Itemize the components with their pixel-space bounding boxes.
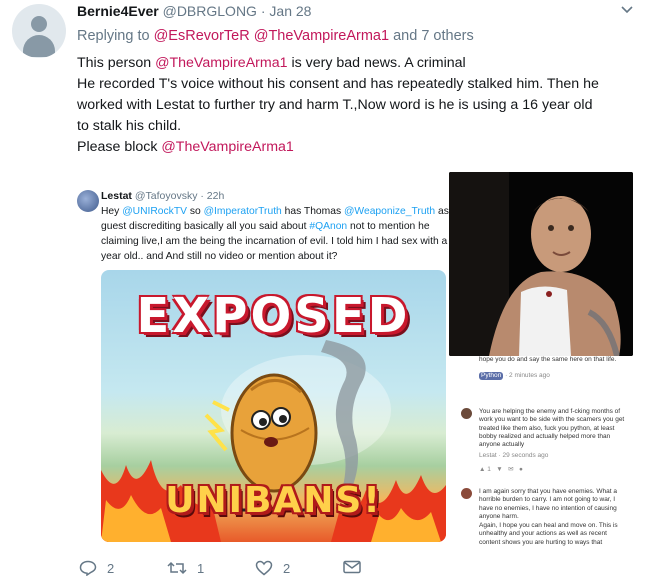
avatar[interactable] — [12, 4, 66, 58]
avatar-head-shape — [31, 16, 47, 32]
embedded-text-fragment: guest discrediting basically all you sai… — [101, 221, 310, 232]
person-photo — [449, 172, 633, 356]
comment-0-time: · 2 minutes ago — [505, 372, 550, 379]
face — [531, 196, 591, 272]
embedded-text-fragment: Hey — [101, 206, 123, 217]
banner-subtitle: UNIBANS! — [165, 480, 382, 521]
person-photo-artwork — [449, 172, 633, 356]
tweet-timestamp[interactable]: Jan 28 — [269, 3, 311, 19]
replying-to-label: Replying to — [77, 28, 150, 44]
envelope-icon[interactable] — [343, 560, 361, 574]
chevron-down-icon[interactable] — [621, 6, 633, 14]
reply-others-link[interactable]: and 7 others — [393, 28, 474, 44]
comments-screenshot: hope you do and say the same here on tha… — [449, 356, 633, 566]
embedded-tweet-screenshot: Lestat @Tafoyovsky · 22h Hey @UNIRockTV … — [77, 172, 457, 552]
comment-1-meta: Lestat · 29 seconds ago — [479, 452, 549, 459]
tweet-line-1-text-end: is very bad news. A criminal — [287, 55, 466, 71]
tweet-mention[interactable]: @TheVampireArma1 — [155, 55, 287, 71]
white-tanktop — [519, 286, 571, 356]
embedded-mention: @UNIRockTV — [122, 206, 187, 217]
embedded-header: Lestat @Tafoyovsky · 22h — [101, 190, 224, 202]
heart-icon[interactable] — [255, 560, 273, 576]
tweet-line-5-text: Please block — [77, 139, 162, 155]
reply-mention-1[interactable]: @EsRevorTeR — [154, 28, 250, 44]
embedded-line-2: guest discrediting basically all you sai… — [101, 219, 451, 234]
retweet-count: 1 — [197, 560, 205, 576]
tweet-mention-block[interactable]: @TheVampireArma1 — [161, 139, 293, 155]
embedded-line-1: Hey @UNIRockTV so @ImperatorTruth has Th… — [101, 204, 457, 219]
tweet-line-1: This person @TheVampireArma1 is very bad… — [77, 53, 637, 74]
shock-mark — [204, 413, 228, 452]
potato-pupil — [279, 415, 287, 423]
tweet-line-5: Please block @TheVampireArma1 — [77, 137, 637, 158]
tweet-line-2: He recorded T's voice without his consen… — [77, 76, 599, 92]
retweet-icon[interactable] — [167, 560, 187, 576]
embedded-text-fragment: so — [187, 206, 204, 217]
tweet-line-4: to stalk his child. — [77, 118, 182, 134]
display-name[interactable]: Bernie4Ever — [77, 3, 159, 19]
comment-avatar — [461, 488, 472, 499]
exposed-banner-image: EXPOSED UNIBANS! — [101, 270, 446, 542]
reply-icon[interactable] — [79, 560, 97, 576]
embedded-avatar — [77, 190, 99, 212]
user-handle[interactable]: @DBRGLONG — [163, 3, 257, 19]
tweet-text: This person @TheVampireArma1 is very bad… — [77, 53, 637, 158]
shock-mark — [212, 400, 230, 412]
avatar-body-shape — [23, 35, 55, 57]
embedded-name: Lestat — [101, 190, 132, 202]
comment-1-likes: 1 — [487, 466, 491, 473]
tweet-header: Bernie4Ever @DBRGLONG · Jan 28 — [77, 3, 311, 19]
embedded-line-3: claiming live,I am the being the incarna… — [101, 236, 448, 247]
tornado-shape — [321, 340, 366, 500]
comment-0-author: Python — [479, 372, 504, 381]
potato-pupil — [259, 418, 267, 426]
embedded-text: Hey @UNIRockTV so @ImperatorTruth has Th… — [101, 204, 457, 264]
tweet-line-3: worked with Lestat to further try and ha… — [77, 97, 593, 113]
embedded-mention: @ImperatorTruth — [203, 206, 282, 217]
reply-mention-2[interactable]: @TheVampireArma1 — [254, 28, 389, 44]
eye — [568, 225, 574, 231]
banner-title: EXPOSED — [136, 288, 411, 344]
comment-avatar — [461, 408, 472, 419]
tweet-actions: 2 1 2 — [79, 560, 379, 582]
potato-mouth — [264, 437, 278, 447]
embedded-time: · 22h — [200, 190, 225, 202]
embedded-hashtag: #QAnon — [309, 221, 348, 232]
message-action[interactable] — [343, 560, 361, 574]
eye — [548, 225, 554, 231]
comment-2-text: I am again sorry that you have enemies. … — [479, 488, 618, 520]
embedded-text-fragment: not to mention he — [347, 221, 430, 232]
pendant — [546, 291, 552, 297]
comment-2-text-2: Again, I hope you can heal and move on. … — [479, 522, 618, 546]
embedded-line-4: year old.. and And still no video or men… — [101, 251, 338, 262]
comment-1-actions: ▲ 1 ▼ ✉ ● — [479, 466, 523, 473]
comment-1-text: You are helping the enemy and f-cking mo… — [479, 408, 625, 449]
reply-count: 2 — [107, 560, 115, 576]
tweet-line-1-text: This person — [77, 55, 156, 71]
like-count: 2 — [283, 560, 291, 576]
embedded-mention: @Weaponize_Truth — [343, 206, 436, 217]
reply-action[interactable]: 2 — [79, 560, 114, 576]
retweet-action[interactable]: 1 — [167, 560, 204, 576]
comment-0-text: hope you do and say the same here on tha… — [479, 356, 617, 363]
comment-0-meta: Python · 2 minutes ago — [479, 372, 629, 381]
like-action[interactable]: 2 — [255, 560, 290, 576]
header-separator: · — [260, 3, 266, 19]
embedded-text-fragment: has Thomas — [281, 206, 344, 217]
embedded-handle: @Tafoyovsky — [134, 190, 198, 202]
replying-to: Replying to @EsRevorTeR @TheVampireArma1… — [77, 28, 474, 44]
